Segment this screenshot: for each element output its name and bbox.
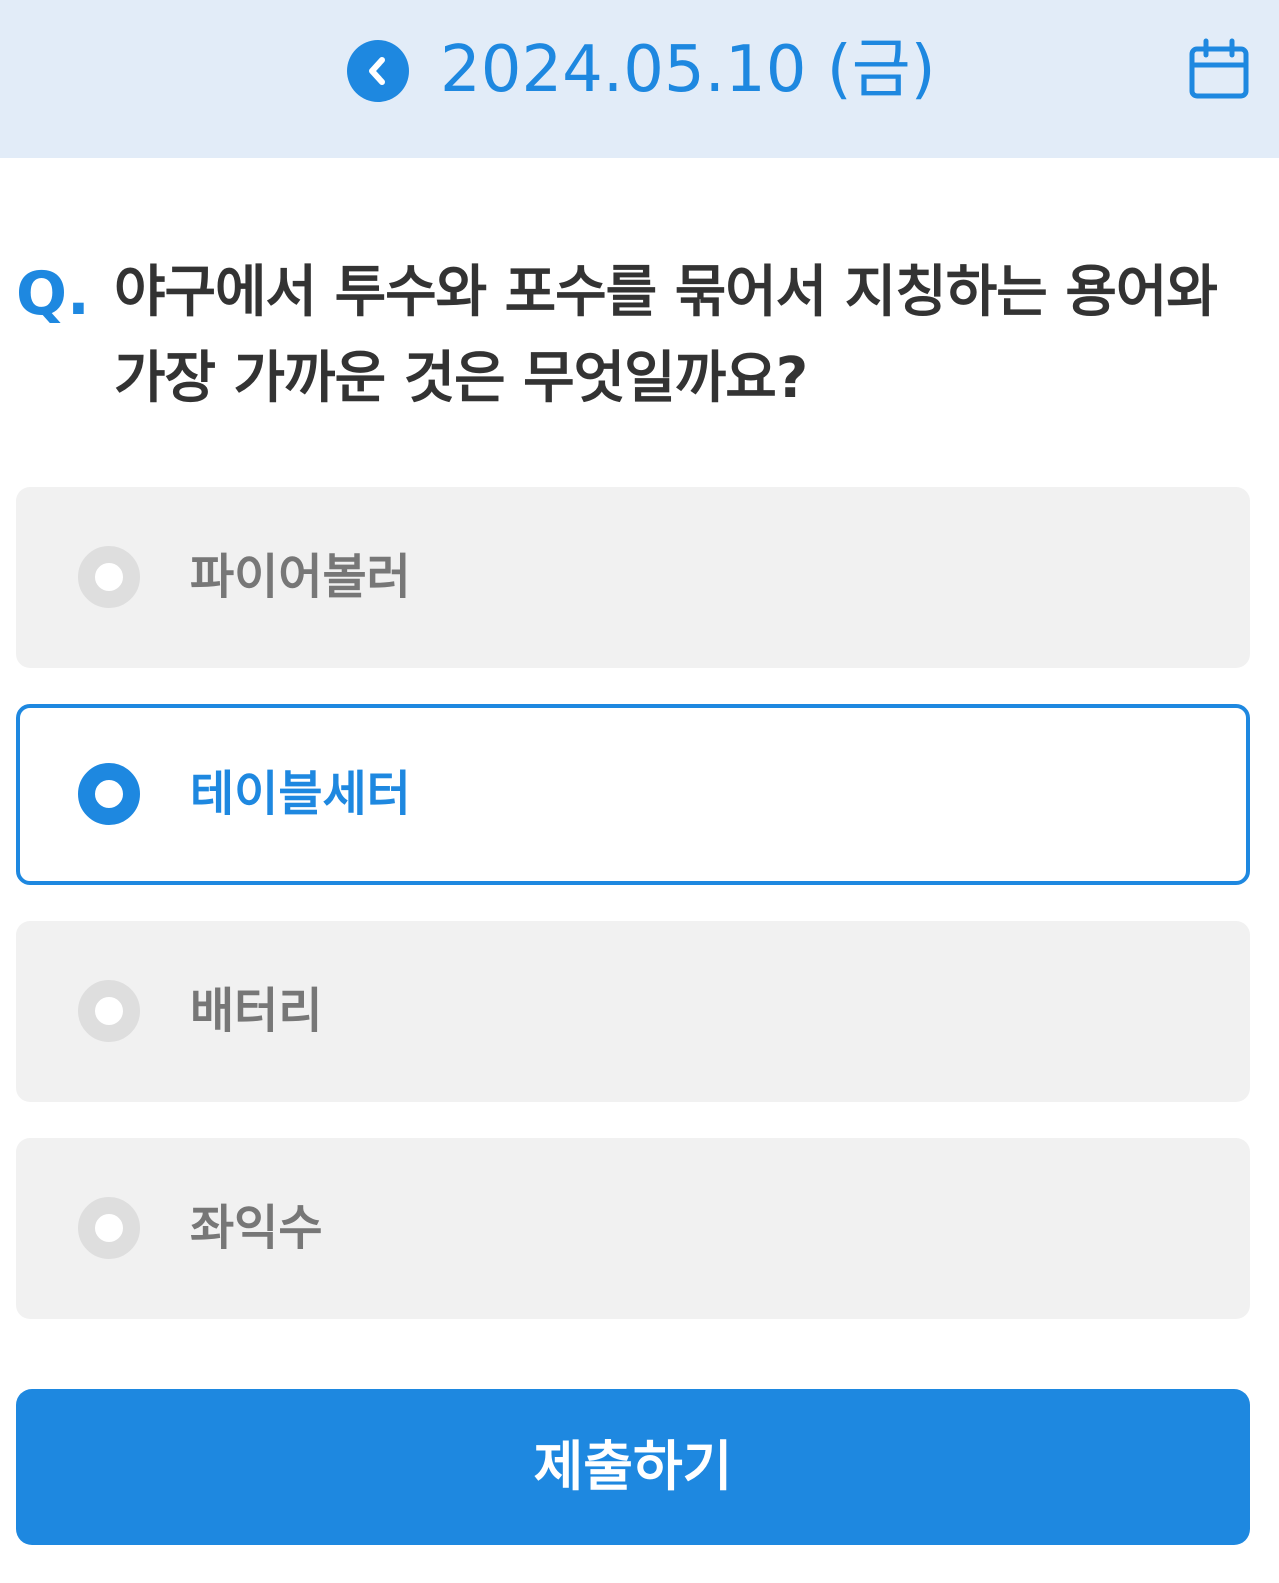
question-text: 야구에서 투수와 포수를 묶어서 지칭하는 용어와 가장 가까운 것은 무엇일까… [114,260,1218,411]
answer-option-label: 파이어볼러 [190,549,411,605]
answer-option-4[interactable]: 좌익수 [16,1138,1250,1319]
radio-button[interactable] [78,980,140,1042]
answer-option-label: 테이블세터 [190,766,411,822]
calendar-button[interactable] [1186,38,1252,104]
answer-option-label: 배터리 [190,983,323,1039]
question-prefix: Q. [16,259,90,329]
answer-option-label: 좌익수 [190,1200,323,1256]
chevron-left-icon [369,57,385,85]
date-title: 2024.05.10 (금) [440,33,936,107]
answer-option-3[interactable]: 배터리 [16,921,1250,1102]
radio-button-selected[interactable] [78,763,140,825]
radio-button[interactable] [78,546,140,608]
answer-option-1[interactable]: 파이어볼러 [16,487,1250,668]
calendar-icon [1189,38,1249,99]
answer-option-2[interactable]: 테이블세터 [16,704,1250,885]
radio-button[interactable] [78,1197,140,1259]
header-bar: 2024.05.10 (금) [0,0,1279,158]
previous-date-button[interactable] [347,40,409,102]
submit-button[interactable]: 제출하기 [16,1389,1250,1545]
